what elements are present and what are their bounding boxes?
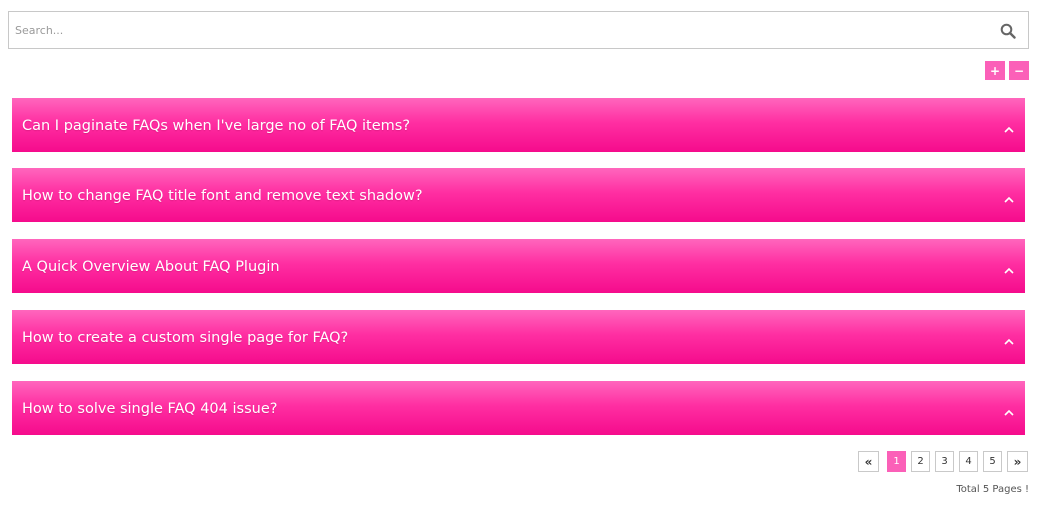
search-icon[interactable] bbox=[1000, 23, 1016, 39]
chevron-up-icon bbox=[1003, 331, 1015, 345]
total-pages-text: Total 5 Pages ! bbox=[956, 484, 1029, 495]
page-button-5[interactable]: 5 bbox=[983, 451, 1002, 472]
chevron-up-icon bbox=[1003, 119, 1015, 133]
collapse-all-button[interactable]: − bbox=[1009, 61, 1029, 80]
faq-item[interactable]: How to change FAQ title font and remove … bbox=[12, 168, 1025, 222]
faq-item[interactable]: A Quick Overview About FAQ Plugin bbox=[12, 239, 1025, 293]
page-button-2[interactable]: 2 bbox=[911, 451, 930, 472]
faq-title: A Quick Overview About FAQ Plugin bbox=[22, 259, 280, 275]
page-button-3[interactable]: 3 bbox=[935, 451, 954, 472]
search-input[interactable] bbox=[9, 12, 969, 48]
expand-all-button[interactable]: + bbox=[985, 61, 1005, 80]
faq-title: How to change FAQ title font and remove … bbox=[22, 188, 423, 204]
chevron-up-icon bbox=[1003, 189, 1015, 203]
faq-item[interactable]: Can I paginate FAQs when I've large no o… bbox=[12, 98, 1025, 152]
faq-item[interactable]: How to create a custom single page for F… bbox=[12, 310, 1025, 364]
next-page-button[interactable]: » bbox=[1007, 451, 1028, 472]
faq-title: How to create a custom single page for F… bbox=[22, 330, 349, 346]
search-bar bbox=[8, 11, 1029, 49]
faq-item[interactable]: How to solve single FAQ 404 issue? bbox=[12, 381, 1025, 435]
chevron-up-icon bbox=[1003, 260, 1015, 274]
faq-title: How to solve single FAQ 404 issue? bbox=[22, 401, 278, 417]
page-button-1[interactable]: 1 bbox=[887, 451, 906, 472]
prev-page-button[interactable]: « bbox=[858, 451, 879, 472]
page-button-4[interactable]: 4 bbox=[959, 451, 978, 472]
faq-title: Can I paginate FAQs when I've large no o… bbox=[22, 118, 411, 134]
pagination: « 1 2 3 4 5 » bbox=[853, 451, 1028, 472]
chevron-up-icon bbox=[1003, 402, 1015, 416]
